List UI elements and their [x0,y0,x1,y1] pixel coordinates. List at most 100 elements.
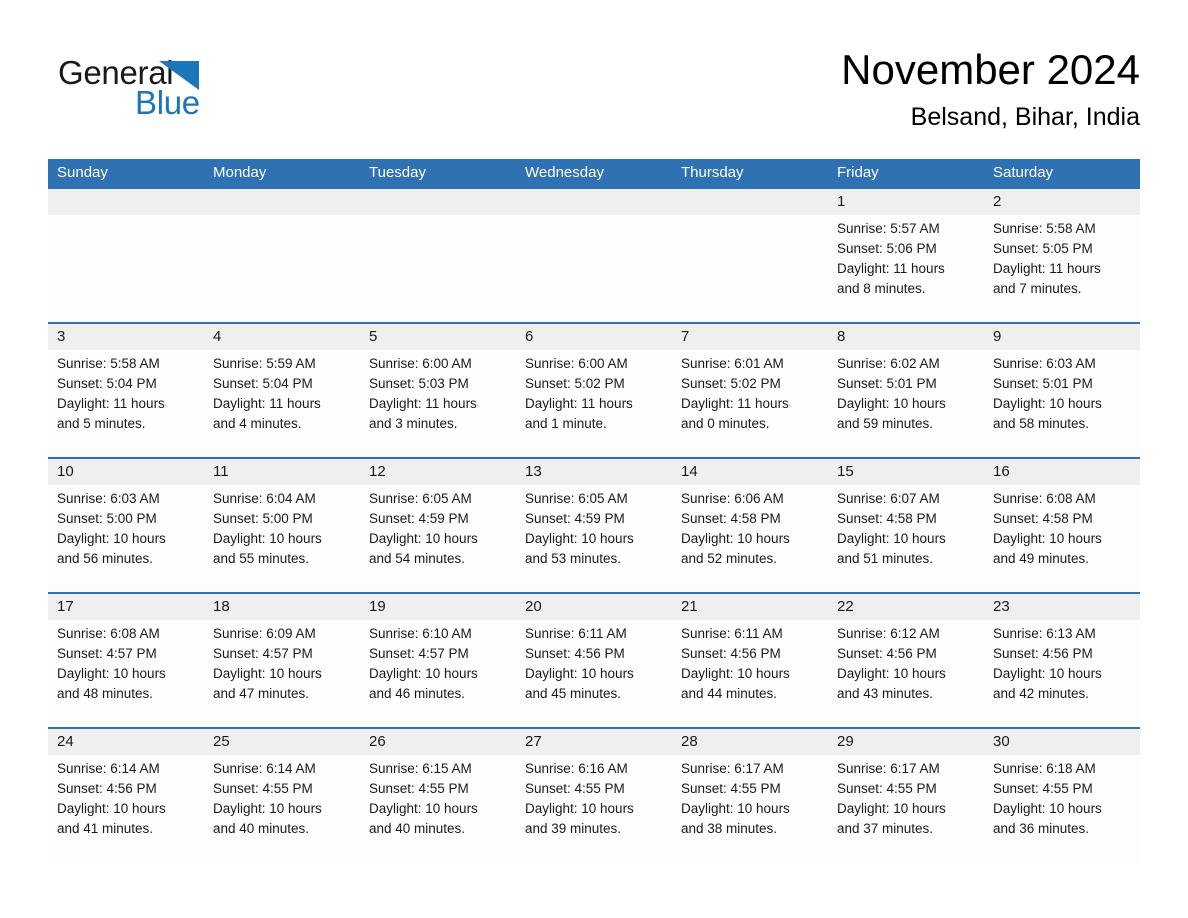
day-number: 4 [213,328,222,345]
day-number [525,189,663,215]
dow-friday: Friday [837,164,879,181]
day-details: Sunrise: 6:11 AM Sunset: 4:56 PM Dayligh… [525,626,634,701]
day-details: Sunrise: 6:14 AM Sunset: 4:55 PM Dayligh… [213,761,322,836]
calendar-page: General Blue November 2024 Belsand, Biha… [0,0,1188,918]
day-details: Sunrise: 6:01 AM Sunset: 5:02 PM Dayligh… [681,356,789,431]
day-details: Sunrise: 6:05 AM Sunset: 4:59 PM Dayligh… [525,491,634,566]
day-details: Sunrise: 6:05 AM Sunset: 4:59 PM Dayligh… [369,491,478,566]
day-number: 7 [681,328,690,345]
day-number: 16 [993,463,1010,480]
day-cell[interactable]: 4 Sunrise: 5:59 AM Sunset: 5:04 PM Dayli… [204,324,360,457]
day-number: 6 [525,328,534,345]
day-cell[interactable]: 5 Sunrise: 6:00 AM Sunset: 5:03 PM Dayli… [360,324,516,457]
day-cell[interactable]: 14 Sunrise: 6:06 AM Sunset: 4:58 PM Dayl… [672,459,828,592]
day-number: 17 [57,598,74,615]
day-cell[interactable] [204,189,360,322]
day-cell[interactable]: 25 Sunrise: 6:14 AM Sunset: 4:55 PM Dayl… [204,729,360,862]
day-cell[interactable]: 26 Sunrise: 6:15 AM Sunset: 4:55 PM Dayl… [360,729,516,862]
day-cell[interactable] [516,189,672,322]
day-cell[interactable]: 28 Sunrise: 6:17 AM Sunset: 4:55 PM Dayl… [672,729,828,862]
title-block: November 2024 Belsand, Bihar, India [500,44,1140,134]
day-details: Sunrise: 6:17 AM Sunset: 4:55 PM Dayligh… [837,761,946,836]
day-cell[interactable]: 19 Sunrise: 6:10 AM Sunset: 4:57 PM Dayl… [360,594,516,727]
day-number: 13 [525,463,542,480]
generalblue-logo[interactable]: General Blue [58,54,258,132]
day-number: 29 [837,733,854,750]
day-cell[interactable]: 24 Sunrise: 6:14 AM Sunset: 4:56 PM Dayl… [48,729,204,862]
day-number: 24 [57,733,74,750]
day-number: 15 [837,463,854,480]
day-number [681,189,819,215]
day-details: Sunrise: 6:08 AM Sunset: 4:58 PM Dayligh… [993,491,1102,566]
location-subtitle: Belsand, Bihar, India [910,103,1140,131]
page-title: November 2024 [841,46,1140,93]
day-details: Sunrise: 6:08 AM Sunset: 4:57 PM Dayligh… [57,626,166,701]
day-details: Sunrise: 6:11 AM Sunset: 4:56 PM Dayligh… [681,626,790,701]
day-details: Sunrise: 5:58 AM Sunset: 5:05 PM Dayligh… [993,221,1101,296]
day-number: 21 [681,598,698,615]
day-number [213,189,351,215]
week-row: 17 Sunrise: 6:08 AM Sunset: 4:57 PM Dayl… [48,592,1140,727]
day-cell[interactable]: 9 Sunrise: 6:03 AM Sunset: 5:01 PM Dayli… [984,324,1140,457]
day-details: Sunrise: 6:06 AM Sunset: 4:58 PM Dayligh… [681,491,790,566]
day-details: Sunrise: 6:17 AM Sunset: 4:55 PM Dayligh… [681,761,790,836]
day-cell[interactable]: 20 Sunrise: 6:11 AM Sunset: 4:56 PM Dayl… [516,594,672,727]
day-number [57,189,195,215]
dow-sunday: Sunday [57,164,108,181]
dow-thursday: Thursday [681,164,744,181]
day-cell[interactable]: 11 Sunrise: 6:04 AM Sunset: 5:00 PM Dayl… [204,459,360,592]
day-cell[interactable]: 15 Sunrise: 6:07 AM Sunset: 4:58 PM Dayl… [828,459,984,592]
dow-wednesday: Wednesday [525,164,604,181]
day-cell[interactable]: 7 Sunrise: 6:01 AM Sunset: 5:02 PM Dayli… [672,324,828,457]
day-cell[interactable]: 21 Sunrise: 6:11 AM Sunset: 4:56 PM Dayl… [672,594,828,727]
day-cell[interactable]: 10 Sunrise: 6:03 AM Sunset: 5:00 PM Dayl… [48,459,204,592]
day-details: Sunrise: 5:58 AM Sunset: 5:04 PM Dayligh… [57,356,165,431]
week-row: 3 Sunrise: 5:58 AM Sunset: 5:04 PM Dayli… [48,322,1140,457]
day-details: Sunrise: 6:07 AM Sunset: 4:58 PM Dayligh… [837,491,946,566]
day-number: 14 [681,463,698,480]
day-cell[interactable]: 13 Sunrise: 6:05 AM Sunset: 4:59 PM Dayl… [516,459,672,592]
day-details: Sunrise: 6:09 AM Sunset: 4:57 PM Dayligh… [213,626,322,701]
day-details: Sunrise: 6:16 AM Sunset: 4:55 PM Dayligh… [525,761,634,836]
day-number: 9 [993,328,1002,345]
day-details: Sunrise: 6:03 AM Sunset: 5:00 PM Dayligh… [57,491,166,566]
day-number: 1 [837,193,846,210]
day-cell[interactable]: 2 Sunrise: 5:58 AM Sunset: 5:05 PM Dayli… [984,189,1140,322]
day-number [369,189,507,215]
day-cell[interactable]: 23 Sunrise: 6:13 AM Sunset: 4:56 PM Dayl… [984,594,1140,727]
day-details: Sunrise: 6:12 AM Sunset: 4:56 PM Dayligh… [837,626,946,701]
day-cell[interactable]: 30 Sunrise: 6:18 AM Sunset: 4:55 PM Dayl… [984,729,1140,862]
day-number: 28 [681,733,698,750]
day-cell[interactable]: 8 Sunrise: 6:02 AM Sunset: 5:01 PM Dayli… [828,324,984,457]
day-cell[interactable]: 29 Sunrise: 6:17 AM Sunset: 4:55 PM Dayl… [828,729,984,862]
day-cell[interactable]: 6 Sunrise: 6:00 AM Sunset: 5:02 PM Dayli… [516,324,672,457]
day-number: 20 [525,598,542,615]
day-cell[interactable]: 17 Sunrise: 6:08 AM Sunset: 4:57 PM Dayl… [48,594,204,727]
day-cell[interactable]: 1 Sunrise: 5:57 AM Sunset: 5:06 PM Dayli… [828,189,984,322]
week-row: 24 Sunrise: 6:14 AM Sunset: 4:56 PM Dayl… [48,727,1140,862]
logo-text-blue: Blue [135,84,200,121]
day-cell[interactable]: 18 Sunrise: 6:09 AM Sunset: 4:57 PM Dayl… [204,594,360,727]
day-cell[interactable]: 16 Sunrise: 6:08 AM Sunset: 4:58 PM Dayl… [984,459,1140,592]
day-cell[interactable]: 27 Sunrise: 6:16 AM Sunset: 4:55 PM Dayl… [516,729,672,862]
day-number: 22 [837,598,854,615]
day-cell[interactable]: 12 Sunrise: 6:05 AM Sunset: 4:59 PM Dayl… [360,459,516,592]
page-header: General Blue November 2024 Belsand, Biha… [48,44,1140,144]
dow-tuesday: Tuesday [369,164,426,181]
day-details: Sunrise: 6:14 AM Sunset: 4:56 PM Dayligh… [57,761,166,836]
day-number: 10 [57,463,74,480]
day-number: 26 [369,733,386,750]
day-cell[interactable]: 3 Sunrise: 5:58 AM Sunset: 5:04 PM Dayli… [48,324,204,457]
day-number: 30 [993,733,1010,750]
day-details: Sunrise: 6:15 AM Sunset: 4:55 PM Dayligh… [369,761,478,836]
day-number: 25 [213,733,230,750]
day-cell[interactable]: 22 Sunrise: 6:12 AM Sunset: 4:56 PM Dayl… [828,594,984,727]
day-number: 8 [837,328,846,345]
day-cell[interactable] [672,189,828,322]
day-cell[interactable] [48,189,204,322]
day-of-week-header-row: Sunday Monday Tuesday Wednesday Thursday… [48,159,1140,187]
day-details: Sunrise: 5:59 AM Sunset: 5:04 PM Dayligh… [213,356,321,431]
day-number: 18 [213,598,230,615]
day-details: Sunrise: 6:00 AM Sunset: 5:02 PM Dayligh… [525,356,633,431]
day-cell[interactable] [360,189,516,322]
